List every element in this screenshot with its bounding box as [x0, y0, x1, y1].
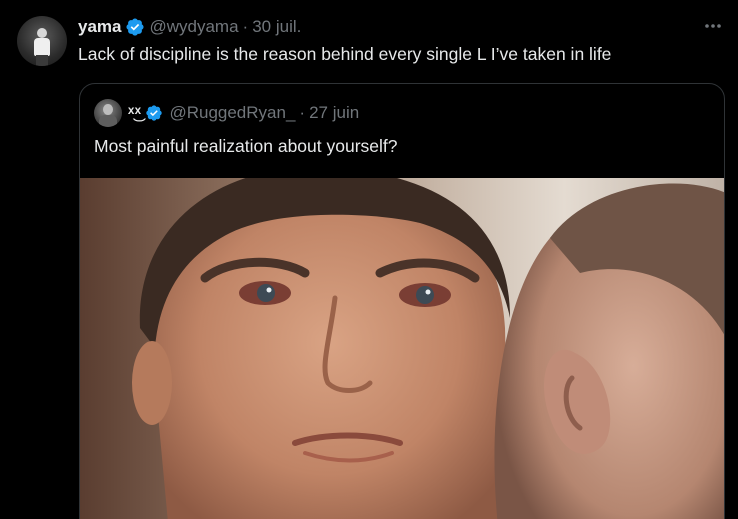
- photo-illustration: [80, 178, 724, 519]
- quoted-author-name[interactable]: ˣ͜ˣ: [128, 103, 141, 123]
- avatar-figure-legs: [36, 55, 48, 66]
- tweet-date[interactable]: 30 juil.: [252, 17, 301, 37]
- more-options-icon[interactable]: [702, 16, 724, 36]
- avatar-figure-head: [37, 28, 47, 38]
- author-avatar[interactable]: [17, 16, 67, 66]
- header-separator: ·: [242, 17, 249, 36]
- tweet: yama @wydyama · 30 juil. Lack of discipl…: [0, 0, 738, 519]
- quoted-author-handle[interactable]: @RuggedRyan_: [169, 103, 295, 123]
- author-name[interactable]: yama: [78, 17, 121, 37]
- tweet-text: Lack of discipline is the reason behind …: [78, 44, 612, 64]
- avatar-figure-body: [34, 38, 50, 56]
- author-handle[interactable]: @wydyama: [149, 17, 238, 37]
- quoted-avatar-body: [99, 115, 117, 127]
- quoted-tweet-text: Most painful realization about yourself?: [94, 136, 398, 156]
- quoted-tweet[interactable]: ˣ͜ˣ @RuggedRyan_ · 27 juin Most painful …: [79, 83, 725, 519]
- quoted-tweet-header: ˣ͜ˣ @RuggedRyan_ · 27 juin: [94, 99, 359, 127]
- quoted-verified-badge-icon: [145, 104, 163, 122]
- quoted-avatar-head: [103, 104, 113, 115]
- tweet-header: yama @wydyama · 30 juil.: [78, 15, 301, 39]
- quoted-header-separator: ·: [299, 103, 306, 122]
- quoted-tweet-date[interactable]: 27 juin: [309, 103, 359, 123]
- verified-badge-icon: [125, 17, 145, 37]
- quoted-tweet-image[interactable]: [80, 178, 724, 519]
- quoted-author-avatar[interactable]: [94, 99, 122, 127]
